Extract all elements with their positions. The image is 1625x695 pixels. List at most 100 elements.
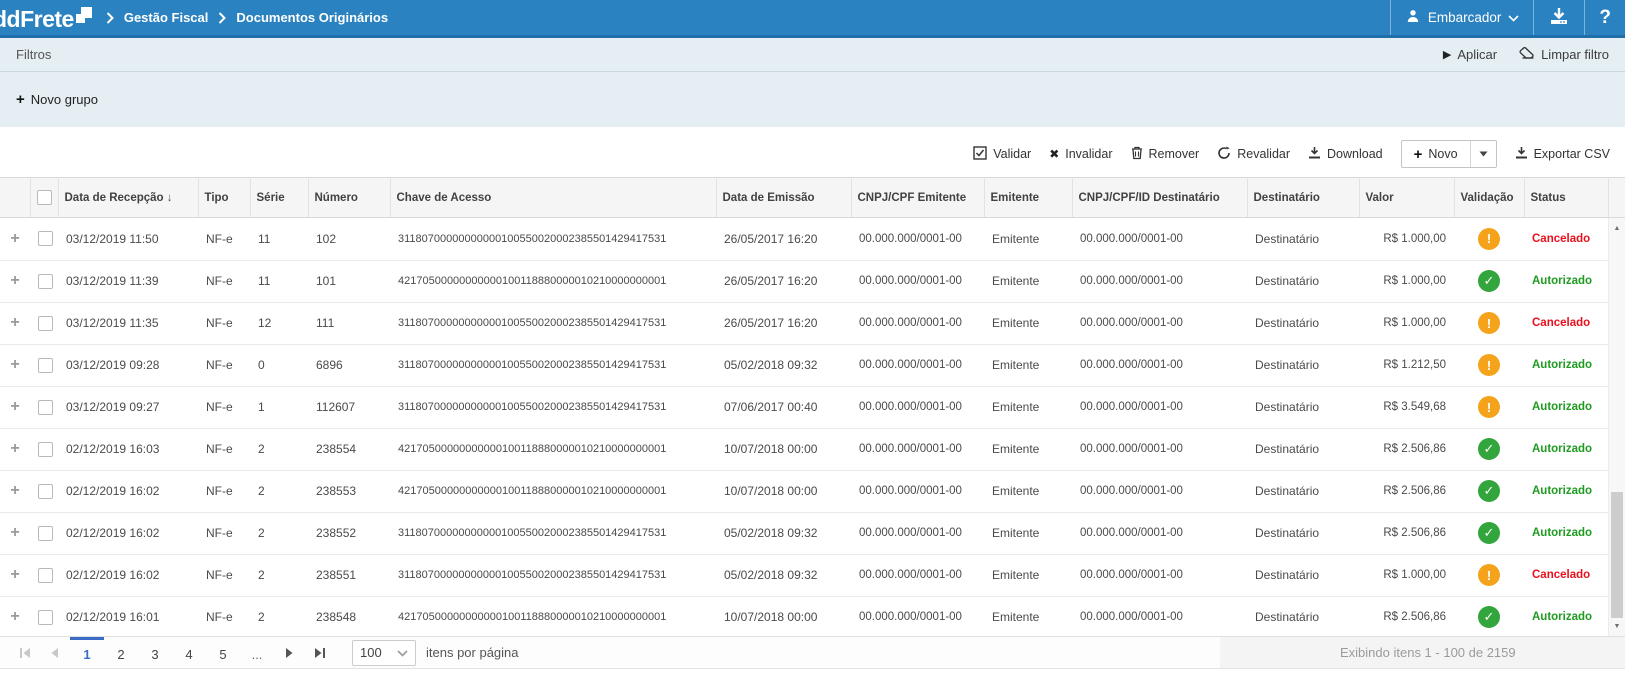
column-header-destinatario[interactable]: Destinatário [1247, 178, 1359, 218]
row-checkbox[interactable] [38, 610, 53, 625]
emitente-cell: Emitente [984, 386, 1072, 428]
scroll-down-icon[interactable]: ▼ [1609, 618, 1625, 634]
select-all-checkbox[interactable] [37, 190, 52, 205]
expand-row-icon[interactable]: + [10, 272, 19, 289]
table-row[interactable]: +02/12/2019 16:02NF-e2238551311807000000… [0, 554, 1608, 596]
vertical-scrollbar[interactable]: ▲ ▼ [1608, 218, 1625, 636]
next-page-button[interactable] [274, 637, 304, 668]
scroll-up-icon[interactable]: ▲ [1609, 220, 1625, 236]
column-header-emissao[interactable]: Data de Emissão [716, 178, 851, 218]
validate-button[interactable]: Validar [973, 146, 1031, 163]
expand-row-icon[interactable]: + [10, 608, 19, 625]
grid-toolbar: Validar ✖ Invalidar Remover Revalidar Do… [0, 127, 1625, 177]
remove-button[interactable]: Remover [1131, 146, 1200, 163]
table-row[interactable]: +03/12/2019 11:50NF-e1110231180700000000… [0, 218, 1608, 260]
column-header-validacao[interactable]: Validação [1454, 178, 1524, 218]
expand-row-icon[interactable]: + [10, 440, 19, 457]
apply-filter-button[interactable]: ▶ Aplicar [1443, 47, 1497, 62]
row-checkbox[interactable] [38, 316, 53, 331]
cnpj_emitente-cell: 00.000.000/0001-00 [851, 470, 984, 512]
column-header-emitente[interactable]: Emitente [984, 178, 1072, 218]
expand-row-icon[interactable]: + [10, 566, 19, 583]
status-cell: Autorizado [1524, 386, 1608, 428]
new-button[interactable]: + Novo [1402, 141, 1470, 167]
row-checkbox[interactable] [38, 274, 53, 289]
status-cell: Autorizado [1524, 596, 1608, 636]
breadcrumb-item-gestao-fiscal[interactable]: Gestão Fiscal [124, 10, 209, 25]
emissao-cell: 07/06/2017 00:40 [716, 386, 851, 428]
page-button-3[interactable]: 3 [138, 637, 172, 668]
download-button[interactable]: Download [1308, 146, 1383, 162]
first-page-button[interactable] [10, 637, 40, 668]
table-row[interactable]: +02/12/2019 16:01NF-e2238548421705000000… [0, 596, 1608, 636]
page-button-4[interactable]: 4 [172, 637, 206, 668]
row-checkbox[interactable] [38, 231, 53, 246]
column-header-cnpj_destinatario[interactable]: CNPJ/CPF/ID Destinatário [1072, 178, 1247, 218]
column-header-numero[interactable]: Número [308, 178, 390, 218]
row-checkbox[interactable] [38, 526, 53, 541]
numero-cell: 111 [308, 302, 390, 344]
table-row[interactable]: +02/12/2019 16:03NF-e2238554421705000000… [0, 428, 1608, 470]
column-header-cnpj_emitente[interactable]: CNPJ/CPF Emitente [851, 178, 984, 218]
topbar-download-button[interactable] [1533, 0, 1584, 35]
valor-cell: R$ 2.506,86 [1359, 428, 1454, 470]
row-checkbox[interactable] [38, 442, 53, 457]
revalidate-button[interactable]: Revalidar [1217, 146, 1290, 163]
sort-desc-icon: ↓ [164, 192, 173, 204]
expand-row-icon[interactable]: + [10, 524, 19, 541]
expand-row-icon[interactable]: + [10, 482, 19, 499]
new-group-button[interactable]: + Novo grupo [16, 91, 98, 108]
table-row[interactable]: +02/12/2019 16:02NF-e2238553421705000000… [0, 470, 1608, 512]
page-button-5[interactable]: 5 [206, 637, 240, 668]
row-checkbox[interactable] [38, 400, 53, 415]
validation-ok-icon: ✓ [1478, 606, 1500, 628]
cnpj_destinatario-cell: 00.000.000/0001-00 [1072, 260, 1247, 302]
column-header-serie[interactable]: Série [250, 178, 308, 218]
app-logo[interactable]: ddFrete [0, 3, 92, 32]
destinatario-cell: Destinatário [1247, 554, 1359, 596]
row-checkbox[interactable] [38, 484, 53, 499]
checkbox-check-icon [973, 146, 987, 163]
export-csv-button[interactable]: Exportar CSV [1515, 146, 1610, 162]
table-row[interactable]: +03/12/2019 09:27NF-e1112607311807000000… [0, 386, 1608, 428]
recepcao-cell: 03/12/2019 09:28 [58, 344, 198, 386]
page-button-1[interactable]: 1 [70, 637, 104, 668]
invalidate-button[interactable]: ✖ Invalidar [1049, 147, 1112, 161]
new-dropdown-arrow[interactable] [1470, 141, 1496, 167]
valor-cell: R$ 1.000,00 [1359, 302, 1454, 344]
tipo-cell: NF-e [198, 428, 250, 470]
check-cell [30, 554, 58, 596]
help-button[interactable]: ? [1584, 0, 1625, 35]
validation-warning-icon: ! [1478, 228, 1500, 250]
table-row[interactable]: +03/12/2019 09:28NF-e0689631180700000000… [0, 344, 1608, 386]
row-checkbox[interactable] [38, 568, 53, 583]
column-header-status[interactable]: Status [1524, 178, 1608, 218]
column-header-recepcao[interactable]: Data de Recepção ↓ [58, 178, 198, 218]
table-row[interactable]: +03/12/2019 11:35NF-e1211131180700000000… [0, 302, 1608, 344]
cnpj_destinatario-cell: 00.000.000/0001-00 [1072, 344, 1247, 386]
row-checkbox[interactable] [38, 358, 53, 373]
status-cell: Autorizado [1524, 344, 1608, 386]
serie-cell: 11 [250, 218, 308, 260]
expand-row-icon[interactable]: + [10, 356, 19, 373]
user-menu-button[interactable]: Embarcador [1390, 0, 1534, 35]
emissao-cell: 26/05/2017 16:20 [716, 302, 851, 344]
table-row[interactable]: +02/12/2019 16:02NF-e2238552311807000000… [0, 512, 1608, 554]
last-page-button[interactable] [304, 637, 334, 668]
column-header-valor[interactable]: Valor [1359, 178, 1454, 218]
column-header-tipo[interactable]: Tipo [198, 178, 250, 218]
page-size-select[interactable]: 100 [352, 640, 416, 666]
clear-filter-button[interactable]: Limpar filtro [1519, 47, 1609, 62]
expand-row-icon[interactable]: + [10, 314, 19, 331]
prev-page-button[interactable] [40, 637, 70, 668]
emissao-cell: 10/07/2018 00:00 [716, 428, 851, 470]
column-header-chave[interactable]: Chave de Acesso [390, 178, 716, 218]
page-ellipsis-button[interactable]: ... [240, 637, 274, 668]
column-header-check[interactable] [30, 178, 58, 218]
expand-row-icon[interactable]: + [10, 398, 19, 415]
expand-row-icon[interactable]: + [10, 230, 19, 247]
scrollbar-thumb[interactable] [1611, 492, 1623, 618]
breadcrumb-item-documentos-originarios[interactable]: Documentos Originários [236, 10, 388, 25]
table-row[interactable]: +03/12/2019 11:39NF-e1110142170500000000… [0, 260, 1608, 302]
page-button-2[interactable]: 2 [104, 637, 138, 668]
